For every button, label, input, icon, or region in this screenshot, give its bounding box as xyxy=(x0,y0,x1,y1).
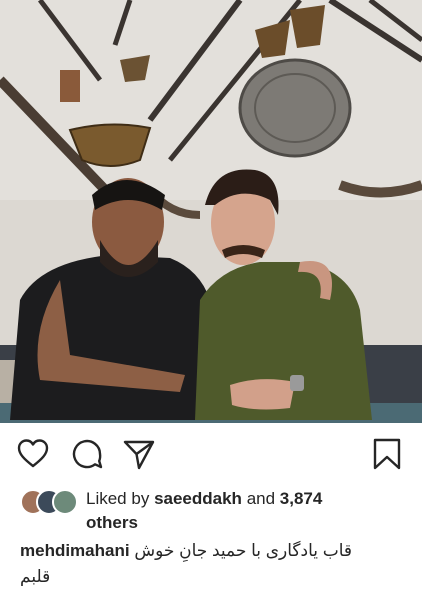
share-button[interactable] xyxy=(122,437,156,471)
bookmark-icon xyxy=(373,438,401,470)
caption-username[interactable]: mehdimahani xyxy=(20,541,130,560)
caption-text-line1: قاب یادگاری با حمید جانِ خوش xyxy=(134,541,353,560)
comment-button[interactable] xyxy=(70,437,104,471)
likes-row: Liked by saeeddakh and 3,874 others xyxy=(20,485,410,537)
likes-others[interactable]: others xyxy=(86,513,138,532)
caption-text-line2: قلبم xyxy=(20,567,51,586)
heart-icon xyxy=(17,439,49,468)
post-photo[interactable] xyxy=(0,0,422,423)
like-button[interactable] xyxy=(16,437,50,471)
likes-summary[interactable]: Liked by saeeddakh and 3,874 others xyxy=(86,487,406,535)
save-button[interactable] xyxy=(370,437,404,471)
send-icon xyxy=(123,440,155,470)
liked-by-prefix: Liked by xyxy=(86,489,150,508)
liked-by-and: and xyxy=(246,489,276,508)
liked-by-user-link[interactable]: saeeddakh xyxy=(154,489,242,508)
likes-count[interactable]: 3,874 xyxy=(280,489,323,508)
post-action-bar xyxy=(0,423,422,485)
liker-avatars[interactable] xyxy=(20,489,80,515)
hanging-ornament xyxy=(68,123,152,167)
comment-icon xyxy=(72,439,103,469)
avatar xyxy=(52,489,78,515)
post-caption: mehdimahani قاب یادگاری با حمید جانِ خوش… xyxy=(20,538,400,590)
post-photo-illustration xyxy=(0,0,422,423)
